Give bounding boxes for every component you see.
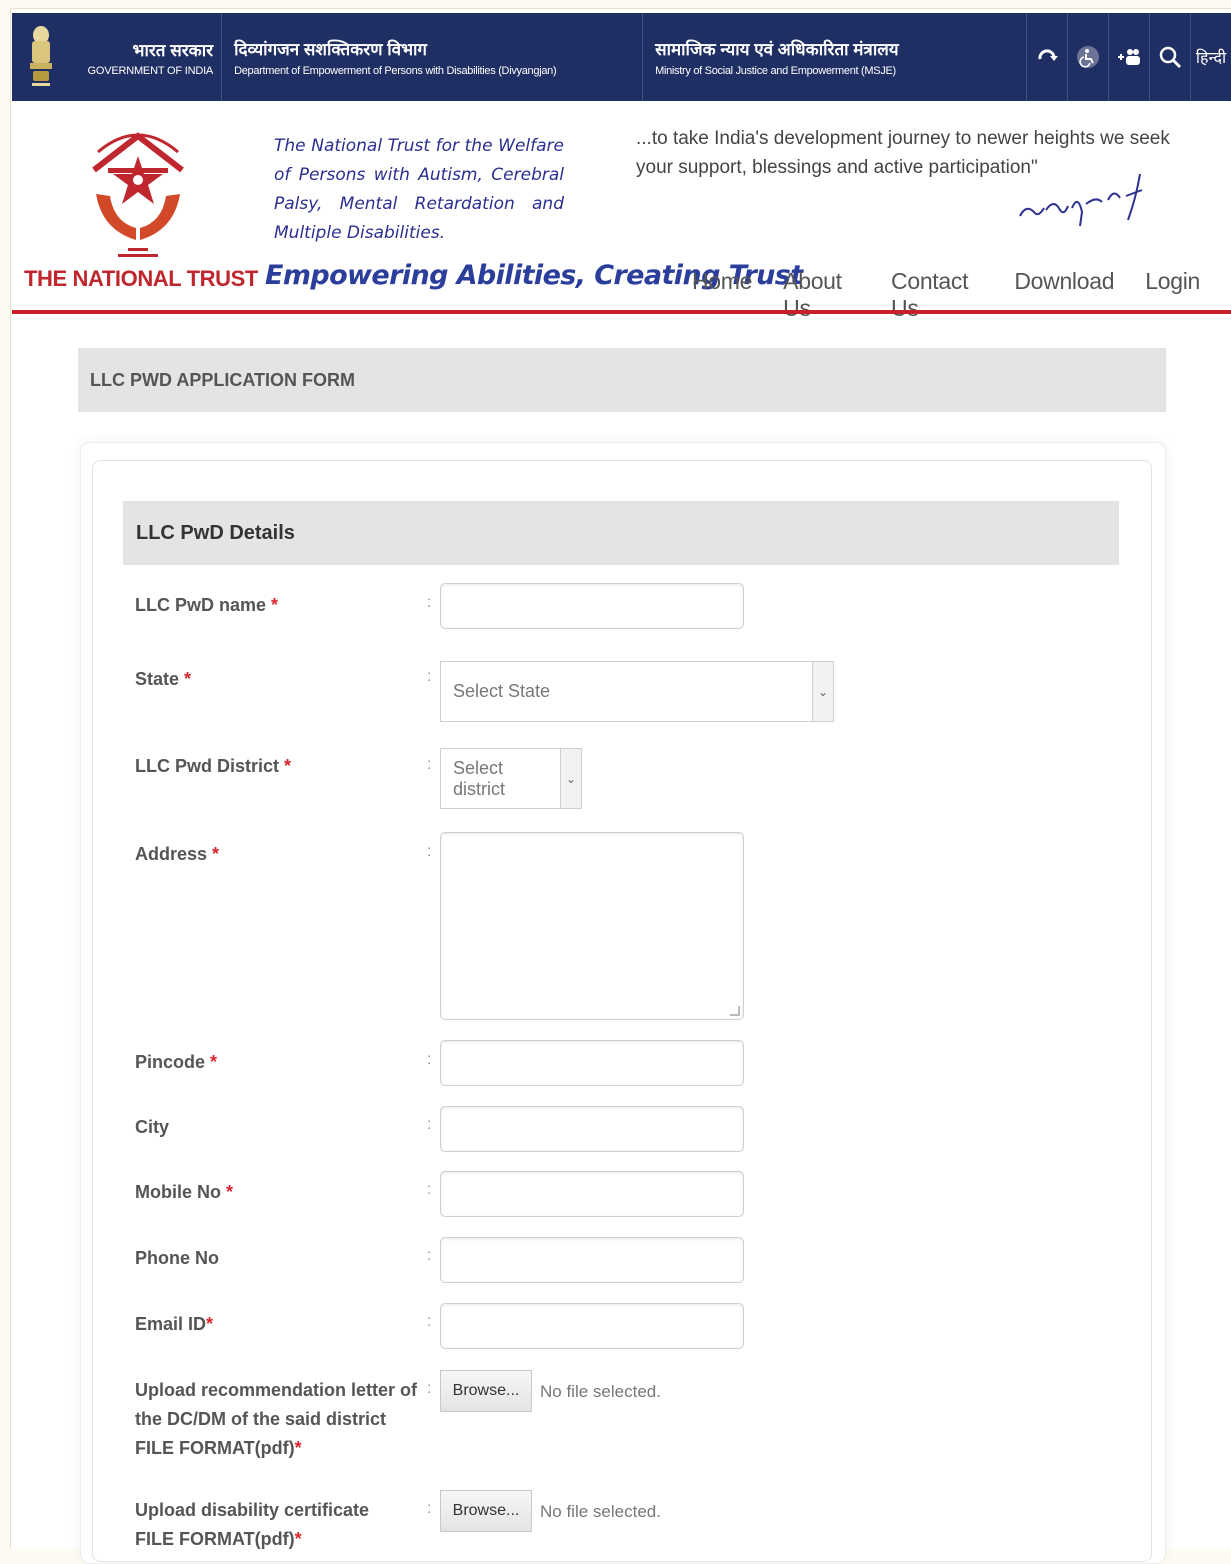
mobile-label: Mobile No * [135,1178,233,1207]
name-label-text: LLC PwD name [135,595,267,615]
city-label-text: City [135,1117,170,1137]
department-english: Department of Empowerment of Persons wit… [234,65,557,77]
required-marker: * [284,756,292,776]
resize-handle-icon[interactable] [730,1006,740,1016]
pincode-label: Pincode * [135,1048,217,1077]
department-hindi: दिव्यांगजन सशक्तिकरण विभाग [234,40,427,59]
email-label-text: Email ID [135,1314,207,1334]
address-textarea[interactable] [440,832,744,1020]
district-select[interactable]: Select district ⌄ [440,748,582,809]
accessibility-icon [1077,46,1100,68]
department-link[interactable]: दिव्यांगजन सशक्तिकरण विभाग Department of… [222,13,644,101]
national-emblem-logo[interactable] [12,13,71,101]
page-title: LLC PWD APPLICATION FORM [90,369,355,390]
accessibility-button[interactable] [1068,13,1110,101]
address-label-text: Address [135,844,208,864]
accessibility-toolbar: हिन्दी [1027,13,1231,101]
upload-letter-label: Upload recommendation letter of the DC/D… [135,1376,417,1463]
chevron-down-icon: ⌄ [560,749,581,808]
upload-cert-status: No file selected. [540,1502,661,1521]
upload-letter-label-line3: FILE FORMAT(pdf) [135,1438,295,1458]
section-header: LLC PwD Details [123,501,1119,565]
trust-name[interactable]: THE NATIONAL TRUST [24,266,258,292]
colon: : [427,1500,432,1517]
skip-to-content-icon [1038,49,1059,61]
colon: : [427,1116,432,1133]
state-label-text: State [135,669,180,689]
upload-cert-browse-button[interactable]: Browse... [440,1490,532,1532]
required-marker: * [294,1438,302,1458]
required-marker: * [212,844,220,864]
colon: : [427,843,432,860]
page-title-bar: LLC PWD APPLICATION FORM [78,348,1166,412]
required-marker: * [210,1052,218,1072]
search-icon [1159,46,1182,69]
colon: : [427,1313,432,1330]
required-marker: * [271,595,279,615]
required-marker: * [206,1314,214,1334]
upload-letter-status: No file selected. [540,1382,661,1401]
govt-india-english: GOVERNMENT OF INDIA [87,64,214,77]
font-size-button[interactable] [1109,13,1151,101]
upload-letter-browse-button[interactable]: Browse... [440,1370,532,1412]
colon: : [427,594,432,611]
state-select[interactable]: Select State ⌄ [440,661,834,722]
upload-letter-label-line1: Upload recommendation letter of [135,1380,418,1400]
required-marker: * [226,1182,234,1202]
trust-description: The National Trust for the Welfare of Pe… [274,136,564,243]
search-button[interactable] [1150,13,1192,101]
ministry-hindi: सामाजिक न्याय एवं अधिकारिता मंत्रालय [655,40,899,59]
header-divider [12,310,1231,314]
emblem-icon [30,26,53,86]
colon: : [427,1181,432,1198]
upload-cert-label-line2: FILE FORMAT(pdf) [135,1529,295,1549]
government-of-india[interactable]: भारत सरकार GOVERNMENT OF INDIA [71,13,223,101]
state-select-value: Select State [453,681,551,701]
colon: : [427,1247,432,1264]
phone-label-text: Phone No [135,1248,219,1268]
required-marker: * [294,1529,302,1549]
phone-input[interactable] [440,1237,744,1283]
hindi-language-toggle[interactable]: हिन्दी [1191,13,1231,101]
phone-label: Phone No [135,1244,219,1273]
district-label-text: LLC Pwd District [135,756,280,776]
ministry-english: Ministry of Social Justice and Empowerme… [655,65,896,77]
mobile-label-text: Mobile No [135,1182,221,1202]
llc-pwd-name-input[interactable] [440,583,744,629]
skip-to-content-button[interactable] [1027,13,1069,101]
chevron-down-icon: ⌄ [812,662,833,721]
ministry-link[interactable]: सामाजिक न्याय एवं अधिकारिता मंत्रालय Min… [643,13,1028,101]
name-label: LLC PwD name * [135,591,278,620]
national-trust-logo[interactable] [88,122,188,264]
section-title: LLC PwD Details [136,521,295,544]
upload-letter-label-line2: the DC/DM of the said district [135,1409,387,1429]
required-marker: * [184,669,192,689]
district-label: LLC Pwd District * [135,752,291,781]
colon: : [427,1051,432,1068]
state-label: State * [135,665,191,694]
email-input[interactable] [440,1303,744,1349]
upload-cert-label-line1: Upload disability certificate [135,1500,370,1520]
email-label: Email ID* [135,1310,213,1339]
colon: : [427,756,432,773]
district-select-value: Select district [453,757,506,799]
colon: : [427,668,432,685]
govt-india-hindi: भारत सरकार [132,40,214,60]
address-label: Address * [135,840,219,869]
city-input[interactable] [440,1106,744,1152]
city-label: City [135,1113,169,1142]
signature-image [1019,173,1143,227]
pincode-label-text: Pincode [135,1052,206,1072]
pincode-input[interactable] [440,1040,744,1086]
government-header: भारत सरकार GOVERNMENT OF INDIA दिव्यांगज… [12,13,1231,101]
upload-cert-label: Upload disability certificate FILE FORMA… [135,1496,369,1554]
font-size-icon [1118,49,1141,65]
mobile-input[interactable] [440,1171,744,1217]
colon: : [427,1380,432,1397]
